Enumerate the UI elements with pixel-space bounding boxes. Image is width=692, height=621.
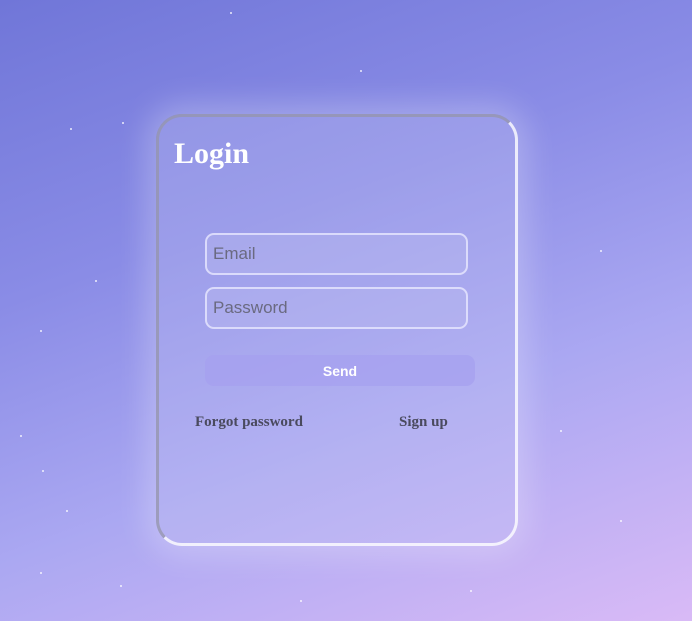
star — [360, 70, 362, 72]
login-title: Login — [174, 137, 250, 170]
star — [620, 520, 622, 522]
star — [66, 510, 68, 512]
forgot-password-link[interactable]: Forgot password — [195, 414, 303, 431]
email-input[interactable] — [205, 233, 468, 275]
star — [230, 12, 232, 14]
sign-up-link[interactable]: Sign up — [399, 414, 448, 431]
star — [122, 122, 124, 124]
star — [40, 572, 42, 574]
star — [470, 590, 472, 592]
star — [40, 330, 42, 332]
star — [95, 280, 97, 282]
star — [42, 470, 44, 472]
star — [300, 600, 302, 602]
star — [600, 250, 602, 252]
star — [70, 128, 72, 130]
login-card: Login Send Forgot password Sign up — [156, 114, 518, 546]
star — [560, 430, 562, 432]
login-page: { "login": { "title": "Login", "email_pl… — [0, 0, 692, 621]
password-input[interactable] — [205, 287, 468, 329]
star — [20, 435, 22, 437]
send-button[interactable]: Send — [205, 355, 475, 386]
star — [120, 585, 122, 587]
